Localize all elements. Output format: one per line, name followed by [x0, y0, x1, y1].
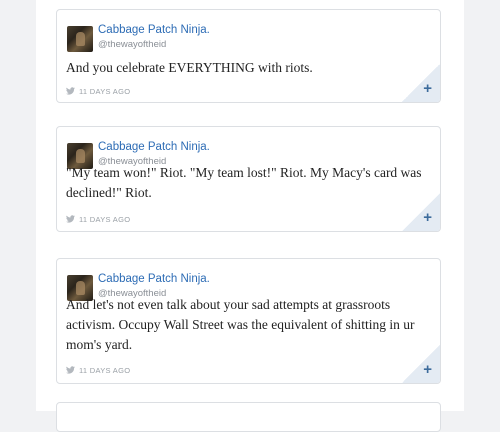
tweet-card-partial [56, 402, 441, 432]
tweet-card: Cabbage Patch Ninja. @thewayoftheid And … [56, 258, 441, 384]
tweet-text: "My team won!" Riot. "My team lost!" Rio… [66, 165, 422, 200]
twitter-bird-icon [66, 87, 75, 95]
card-corner-fold [402, 64, 440, 102]
timestamp[interactable]: 11 DAYS AGO [79, 366, 130, 375]
twitter-bird-icon [66, 215, 75, 223]
plus-icon[interactable]: + [423, 362, 432, 377]
timestamp[interactable]: 11 DAYS AGO [79, 215, 130, 224]
avatar[interactable] [67, 26, 93, 52]
card-corner-fold [402, 193, 440, 231]
plus-icon[interactable]: + [423, 210, 432, 225]
card-corner-fold [402, 345, 440, 383]
tweet-meta: 11 DAYS AGO [66, 215, 130, 224]
tweet-feed: Cabbage Patch Ninja. @thewayoftheid And … [36, 0, 464, 432]
tweet-card: Cabbage Patch Ninja. @thewayoftheid And … [56, 9, 441, 103]
author-name[interactable]: Cabbage Patch Ninja. [98, 141, 210, 153]
tweet-meta: 11 DAYS AGO [66, 87, 130, 96]
twitter-bird-icon [66, 366, 75, 374]
timestamp[interactable]: 11 DAYS AGO [79, 87, 130, 96]
tweet-card: Cabbage Patch Ninja. @thewayoftheid "My … [56, 126, 441, 232]
author-handle[interactable]: @thewayoftheid [98, 39, 166, 50]
plus-icon[interactable]: + [423, 81, 432, 96]
author-name[interactable]: Cabbage Patch Ninja. [98, 24, 210, 36]
tweet-meta: 11 DAYS AGO [66, 366, 130, 375]
tweet-text: And let's not even talk about your sad a… [66, 297, 415, 352]
tweet-text: And you celebrate EVERYTHING with riots. [66, 60, 313, 75]
author-name[interactable]: Cabbage Patch Ninja. [98, 273, 210, 285]
